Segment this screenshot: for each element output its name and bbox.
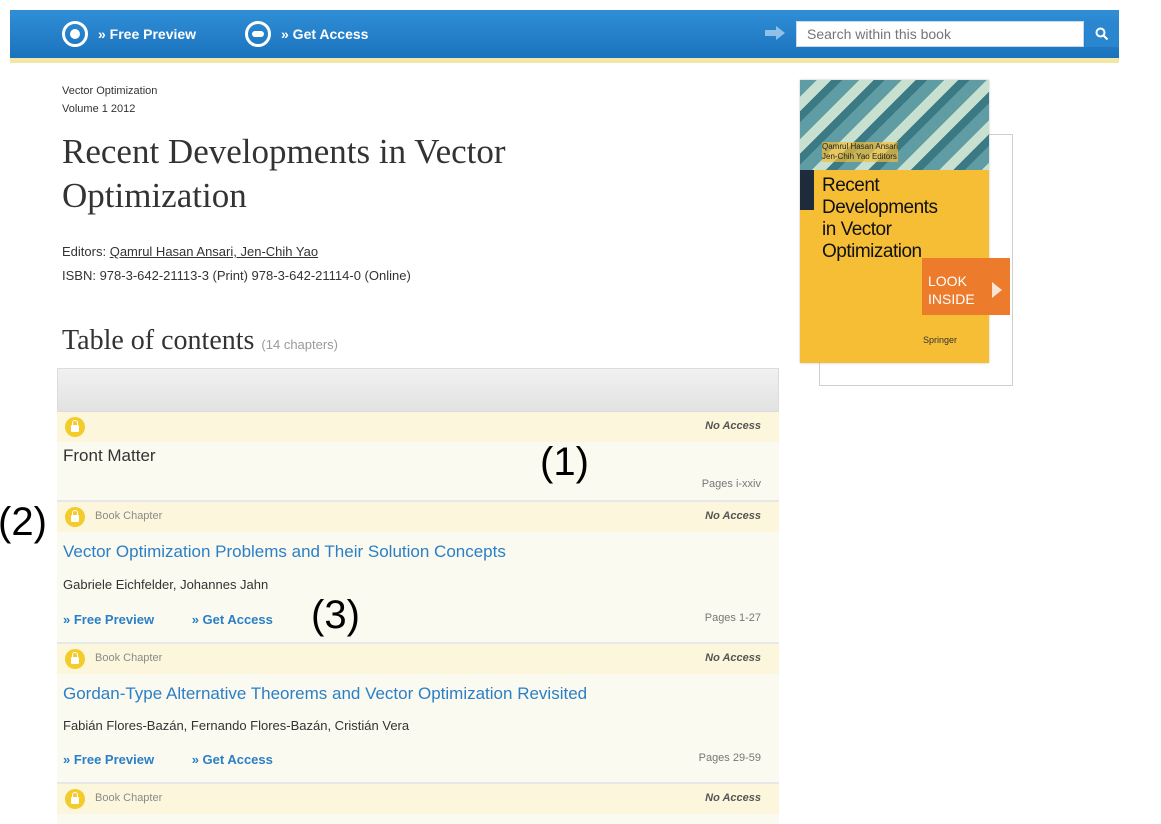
cover-stripe xyxy=(800,170,814,210)
key-icon xyxy=(245,21,271,47)
access-status: No Access xyxy=(705,510,761,522)
search-button[interactable] xyxy=(1085,21,1119,47)
book-cover[interactable]: Qamrul Hasan Ansari Jen-Chih Yao Editors… xyxy=(800,80,989,363)
chapter-title-link[interactable]: Vector Optimization Problems and Their S… xyxy=(63,542,506,562)
toc-entry: Book Chapter No Access Vector Optimizati… xyxy=(57,502,779,644)
chapter-pages: Pages 29-59 xyxy=(698,752,761,764)
toc-title: Table of contents xyxy=(62,325,255,356)
toc-toolbar xyxy=(57,368,779,412)
toc-heading: Table of contents (14 chapters) xyxy=(62,325,338,357)
chapter-get-access-link[interactable]: » Get Access xyxy=(192,752,273,767)
book-meta: Editors: Qamrul Hasan Ansari, Jen-Chih Y… xyxy=(62,240,411,288)
access-status: No Access xyxy=(705,652,761,664)
eye-icon xyxy=(62,21,88,47)
page-title: Recent Developments in Vector Optimizati… xyxy=(62,132,506,215)
cover-editors: Qamrul Hasan Ansari Jen-Chih Yao Editors xyxy=(822,142,899,162)
chapter-get-access-link[interactable]: » Get Access xyxy=(192,612,273,627)
book-series-info: Vector Optimization Volume 1 2012 xyxy=(62,82,157,118)
chapter-type: Book Chapter xyxy=(95,510,163,522)
lock-icon xyxy=(65,649,85,669)
chapter-authors: Gabriele Eichfelder, Johannes Jahn xyxy=(63,577,269,592)
look-inside-label: LOOK INSIDE xyxy=(928,273,975,307)
get-access-label: » Get Access xyxy=(281,26,369,42)
isbn-text: ISBN: 978-3-642-21113-3 (Print) 978-3-64… xyxy=(62,268,411,283)
free-preview-button[interactable]: » Free Preview xyxy=(62,10,196,58)
chapter-type: Book Chapter xyxy=(95,652,163,664)
lock-icon xyxy=(65,507,85,527)
lock-icon xyxy=(65,417,85,437)
toc-entry: Book Chapter No Access Gordan-Type Alter… xyxy=(57,644,779,784)
cover-publisher: Springer xyxy=(923,335,958,345)
chapter-pages: Pages i-xxiv xyxy=(701,478,761,490)
search-input[interactable] xyxy=(796,21,1084,47)
free-preview-label: » Free Preview xyxy=(98,26,197,42)
arrow-right-icon xyxy=(992,282,1002,298)
editors-link[interactable]: Qamrul Hasan Ansari, Jen-Chih Yao xyxy=(110,244,318,259)
editors-label: Editors: xyxy=(62,244,107,259)
chapter-title-link[interactable]: Gordan-Type Alternative Theorems and Vec… xyxy=(63,684,587,704)
chapter-actions: » Free Preview » Get Access xyxy=(63,752,307,767)
annotation-3: (3) xyxy=(311,593,360,637)
search-icon xyxy=(1095,27,1109,41)
chapter-count: (14 chapters) xyxy=(261,337,339,352)
chapter-title[interactable]: Front Matter xyxy=(63,446,156,466)
cover-title: Recent Developments in Vector Optimizati… xyxy=(822,175,938,262)
chapter-authors: Fabián Flores-Bazán, Fernando Flores-Baz… xyxy=(63,718,410,733)
annotation-2: (2) xyxy=(0,500,47,544)
arrow-right-icon xyxy=(765,26,785,40)
access-status: No Access xyxy=(705,420,761,432)
annotation-1: (1) xyxy=(540,440,589,484)
get-access-button[interactable]: » Get Access xyxy=(245,10,368,58)
top-toolbar: » Free Preview » Get Access xyxy=(10,10,1119,63)
chapter-free-preview-link[interactable]: » Free Preview xyxy=(63,612,154,627)
series-name[interactable]: Vector Optimization xyxy=(62,82,157,100)
lock-icon xyxy=(65,789,85,809)
volume-info: Volume 1 2012 xyxy=(62,103,136,115)
table-of-contents: No Access Front Matter Pages i-xxiv Book… xyxy=(57,368,779,824)
chapter-actions: » Free Preview » Get Access xyxy=(63,612,307,627)
chapter-pages: Pages 1-27 xyxy=(704,612,761,624)
look-inside-button[interactable]: LOOK INSIDE xyxy=(922,258,1010,315)
toc-entry-front-matter: No Access Front Matter Pages i-xxiv xyxy=(57,412,779,502)
toc-entry: Book Chapter No Access xyxy=(57,784,779,824)
chapter-type: Book Chapter xyxy=(95,792,163,804)
access-status: No Access xyxy=(705,792,761,804)
chapter-free-preview-link[interactable]: » Free Preview xyxy=(63,752,154,767)
